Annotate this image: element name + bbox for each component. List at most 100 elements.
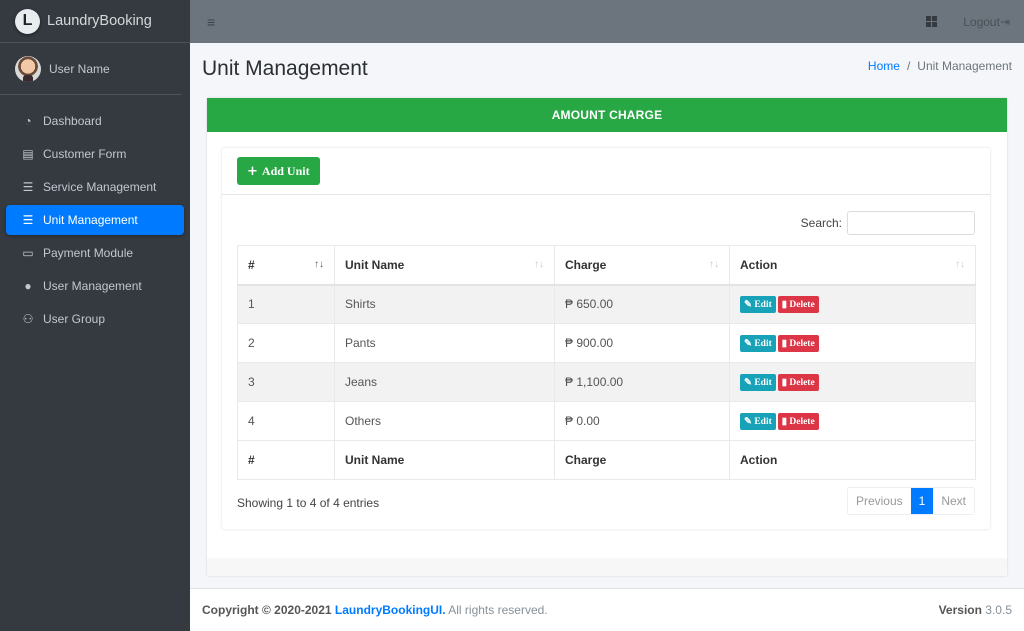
apps-grid-icon[interactable] bbox=[926, 16, 938, 27]
avatar bbox=[15, 55, 41, 82]
brand-name: LaundryBooking bbox=[47, 13, 152, 29]
copyright-text: Copyright © 2020-2021 bbox=[202, 603, 332, 617]
column-header-action[interactable]: Action ↑↓ bbox=[729, 245, 976, 286]
logout-label: Logout bbox=[963, 14, 1000, 29]
table-info: Showing 1 to 4 of 4 entries bbox=[237, 496, 380, 510]
user-panel[interactable]: User Name bbox=[0, 43, 182, 95]
version-info: Version 3.0.5 bbox=[939, 603, 1012, 617]
sidebar-item-label: User Management bbox=[43, 279, 142, 293]
content-wrapper: Unit Management Home / Unit Management AMO… bbox=[190, 43, 1024, 588]
panel-toolbar: + Add Unit bbox=[222, 148, 990, 195]
copyright: Copyright © 2020-2021 LaundryBookingUI. … bbox=[202, 603, 548, 617]
breadcrumb-home[interactable]: Home bbox=[868, 59, 900, 73]
sidebar: L LaundryBooking User Name ◔ Dashboard ▤… bbox=[0, 0, 190, 631]
brand-logo-icon: L bbox=[15, 8, 40, 34]
sidebar-item-service-management[interactable]: ☰ Service Management bbox=[6, 172, 184, 202]
cell-unit-name: Others bbox=[334, 401, 555, 441]
list-icon: ☰ bbox=[22, 180, 34, 194]
add-unit-label: Add Unit bbox=[261, 163, 310, 178]
cell-charge: ₱ 1,100.00 bbox=[554, 362, 730, 402]
search-input[interactable] bbox=[847, 211, 975, 235]
delete-button[interactable]: ▮ Delete bbox=[777, 412, 819, 430]
cell-unit-name: Shirts bbox=[334, 284, 555, 324]
table-row: 1 Shirts ₱ 650.00 ✎ Edit ▮ Delete bbox=[237, 284, 976, 324]
table-header-row: # ↑↓ Unit Name ↑↓ Charge ↑↓ Action ↑↓ bbox=[237, 245, 976, 286]
logout-link[interactable]: Logout⇥ bbox=[963, 15, 1010, 29]
top-navbar: ≡ Logout⇥ bbox=[190, 0, 1024, 43]
cell-charge: ₱ 650.00 bbox=[554, 284, 730, 324]
sort-asc-icon: ↑↓ bbox=[314, 259, 324, 270]
footer-header-number: # bbox=[237, 440, 335, 480]
id-card-icon: ▤ bbox=[22, 147, 34, 161]
edit-button[interactable]: ✎ Edit bbox=[740, 412, 776, 430]
sidebar-item-label: Service Management bbox=[43, 180, 157, 194]
sort-icon: ↑↓ bbox=[955, 259, 965, 270]
cell-action: ✎ Edit ▮ Delete bbox=[729, 362, 976, 402]
table-footer-row: # Unit Name Charge Action bbox=[237, 440, 976, 480]
card-footer bbox=[207, 558, 1007, 576]
units-table-panel: + Add Unit Search: # ↑↓ Unit Name ↑↓ Charg… bbox=[222, 148, 990, 529]
column-header-number[interactable]: # ↑↓ bbox=[237, 245, 335, 286]
sidebar-item-customer-form[interactable]: ▤ Customer Form bbox=[6, 139, 184, 169]
column-header-charge[interactable]: Charge ↑↓ bbox=[554, 245, 730, 286]
breadcrumb-separator: / bbox=[906, 59, 911, 73]
delete-button[interactable]: ▮ Delete bbox=[777, 295, 819, 313]
edit-button[interactable]: ✎ Edit bbox=[740, 295, 776, 313]
breadcrumb-current: Unit Management bbox=[917, 59, 1012, 73]
brand-link[interactable]: L LaundryBooking bbox=[0, 0, 190, 43]
edit-button[interactable]: ✎ Edit bbox=[740, 373, 776, 391]
sidebar-item-label: Customer Form bbox=[43, 147, 127, 161]
sidebar-item-dashboard[interactable]: ◔ Dashboard bbox=[6, 106, 184, 136]
footer-header-action: Action bbox=[729, 440, 976, 480]
cell-action: ✎ Edit ▮ Delete bbox=[729, 401, 976, 441]
pagination-next[interactable]: Next bbox=[933, 488, 974, 514]
table-row: 4 Others ₱ 0.00 ✎ Edit ▮ Delete bbox=[237, 401, 976, 441]
column-header-unit-name[interactable]: Unit Name ↑↓ bbox=[334, 245, 555, 286]
version-number: 3.0.5 bbox=[985, 603, 1012, 617]
menu-toggle-icon[interactable]: ≡ bbox=[207, 14, 215, 30]
footer-header-charge: Charge bbox=[554, 440, 730, 480]
footer-brand-link[interactable]: LaundryBookingUI. bbox=[335, 603, 446, 617]
delete-button[interactable]: ▮ Delete bbox=[777, 373, 819, 391]
pagination-previous[interactable]: Previous bbox=[848, 488, 911, 514]
money-bill-icon: ▭ bbox=[22, 246, 34, 260]
footer-header-unit-name: Unit Name bbox=[334, 440, 555, 480]
pagination-page-1[interactable]: 1 bbox=[910, 488, 934, 514]
add-unit-button[interactable]: + Add Unit bbox=[237, 157, 320, 185]
delete-button[interactable]: ▮ Delete bbox=[777, 334, 819, 352]
sidebar-item-user-group[interactable]: ⚇ User Group bbox=[6, 304, 184, 334]
sidebar-item-label: User Group bbox=[43, 312, 106, 326]
sidebar-item-payment-module[interactable]: ▭ Payment Module bbox=[6, 238, 184, 268]
search-label: Search: bbox=[800, 216, 842, 230]
cell-charge: ₱ 900.00 bbox=[554, 323, 730, 363]
sidebar-item-user-management[interactable]: ● User Management bbox=[6, 271, 184, 301]
navbar-right: Logout⇥ bbox=[926, 15, 1010, 29]
cell-number: 2 bbox=[237, 323, 335, 363]
cell-action: ✎ Edit ▮ Delete bbox=[729, 284, 976, 324]
edit-button[interactable]: ✎ Edit bbox=[740, 334, 776, 352]
cell-action: ✎ Edit ▮ Delete bbox=[729, 323, 976, 363]
sign-out-icon: ⇥ bbox=[999, 14, 1010, 29]
amount-charge-card: AMOUNT CHARGE + Add Unit Search: # ↑↓ Uni… bbox=[207, 98, 1007, 576]
sidebar-item-unit-management[interactable]: ☰ Unit Management bbox=[6, 205, 184, 235]
cell-number: 1 bbox=[237, 284, 335, 324]
user-icon: ● bbox=[24, 279, 32, 293]
user-name: User Name bbox=[49, 61, 110, 76]
sort-icon: ↑↓ bbox=[709, 259, 719, 270]
cell-charge: ₱ 0.00 bbox=[554, 401, 730, 441]
units-table: # ↑↓ Unit Name ↑↓ Charge ↑↓ Action ↑↓ 1 Shir… bbox=[237, 245, 976, 480]
sidebar-item-label: Unit Management bbox=[43, 213, 138, 227]
tachometer-icon: ◔ bbox=[24, 114, 32, 128]
version-label: Version bbox=[938, 603, 982, 617]
sort-icon: ↑↓ bbox=[534, 259, 544, 270]
cell-unit-name: Pants bbox=[334, 323, 555, 363]
list-icon: ☰ bbox=[22, 213, 34, 227]
cell-number: 3 bbox=[237, 362, 335, 402]
table-row: 3 Jeans ₱ 1,100.00 ✎ Edit ▮ Delete bbox=[237, 362, 976, 402]
sidebar-nav: ◔ Dashboard ▤ Customer Form ☰ Service Ma… bbox=[0, 95, 190, 334]
sidebar-item-label: Dashboard bbox=[43, 114, 102, 128]
search-row: Search: bbox=[801, 211, 975, 235]
users-icon: ⚇ bbox=[22, 312, 34, 326]
page-title: Unit Management bbox=[202, 57, 368, 80]
cell-number: 4 bbox=[237, 401, 335, 441]
